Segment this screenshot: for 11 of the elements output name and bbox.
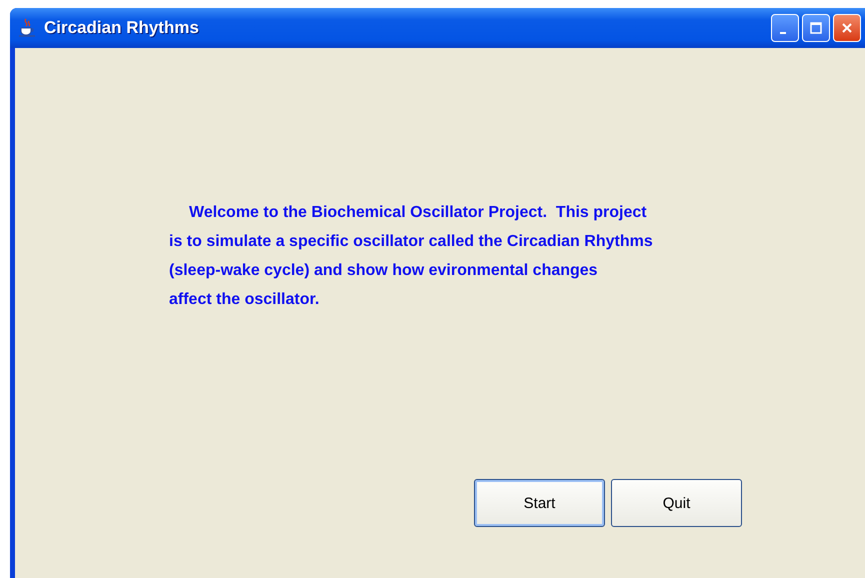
minimize-button[interactable] [771,14,799,42]
coffee-cup-icon [18,18,36,38]
dialog-button[interactable]: Quit [611,479,742,527]
dialog-button[interactable]: Start [474,479,605,527]
minimize-icon [780,32,786,34]
window-title: Circadian Rhythms [44,18,199,38]
welcome-message: Welcome to the Biochemical Oscillator Project. This project is to simulate a specific oscillator called the Circadian Rhythms (sleep-wake cycle) and show how evironmental changes affect the oscillator. [169,203,653,310]
close-icon [841,22,853,34]
close-button[interactable] [833,14,861,42]
maximize-button[interactable] [802,14,830,42]
maximize-icon [810,22,822,34]
